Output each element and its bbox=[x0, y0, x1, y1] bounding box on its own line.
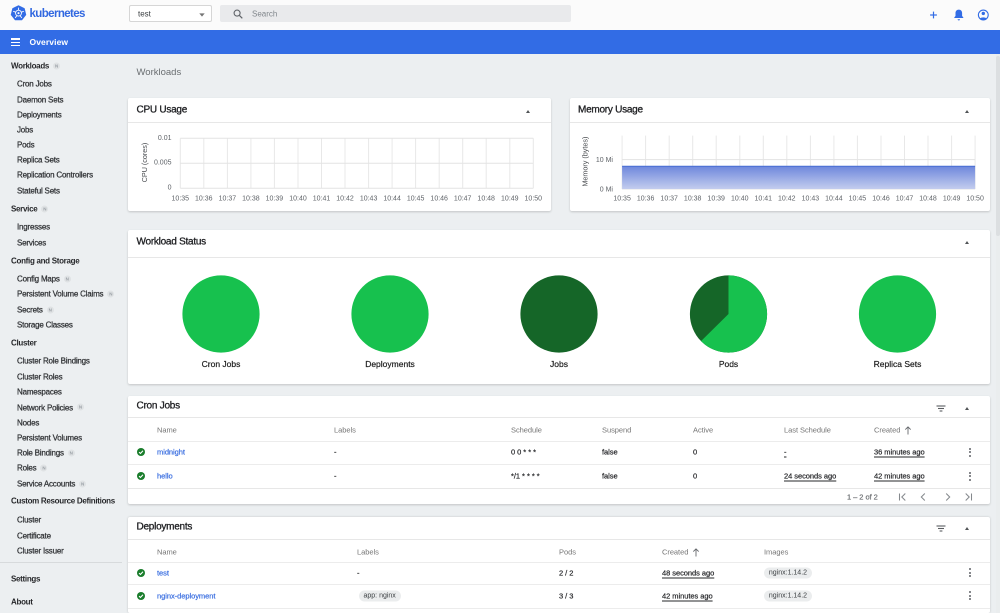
svg-text:CPU (cores): CPU (cores) bbox=[140, 143, 149, 183]
svg-text:10:49: 10:49 bbox=[942, 195, 960, 202]
svg-text:10:44: 10:44 bbox=[825, 195, 843, 202]
svg-text:10:39: 10:39 bbox=[266, 195, 284, 202]
svg-text:10:36: 10:36 bbox=[195, 195, 213, 202]
svg-text:10:48: 10:48 bbox=[919, 195, 937, 202]
svg-text:10:38: 10:38 bbox=[242, 195, 260, 202]
svg-text:10:38: 10:38 bbox=[683, 195, 701, 202]
svg-text:10:37: 10:37 bbox=[219, 195, 237, 202]
svg-text:10:47: 10:47 bbox=[454, 195, 472, 202]
svg-text:10:43: 10:43 bbox=[360, 195, 378, 202]
svg-text:0.005: 0.005 bbox=[154, 160, 172, 167]
svg-text:10:50: 10:50 bbox=[525, 195, 543, 202]
svg-text:10:39: 10:39 bbox=[707, 195, 725, 202]
svg-text:10:49: 10:49 bbox=[501, 195, 519, 202]
svg-text:10 Mi: 10 Mi bbox=[595, 157, 613, 164]
svg-text:10:48: 10:48 bbox=[477, 195, 495, 202]
svg-text:10:42: 10:42 bbox=[336, 195, 354, 202]
svg-text:0: 0 bbox=[168, 185, 172, 192]
svg-text:10:40: 10:40 bbox=[731, 195, 749, 202]
svg-text:10:41: 10:41 bbox=[754, 195, 772, 202]
svg-text:10:42: 10:42 bbox=[778, 195, 796, 202]
svg-text:10:36: 10:36 bbox=[636, 195, 654, 202]
svg-text:10:37: 10:37 bbox=[660, 195, 678, 202]
svg-text:0 Mi: 0 Mi bbox=[599, 186, 613, 193]
svg-text:10:43: 10:43 bbox=[801, 195, 819, 202]
svg-text:10:47: 10:47 bbox=[895, 195, 913, 202]
svg-text:Memory (bytes): Memory (bytes) bbox=[580, 137, 589, 187]
svg-text:10:46: 10:46 bbox=[872, 195, 890, 202]
svg-text:10:46: 10:46 bbox=[430, 195, 448, 202]
svg-text:10:35: 10:35 bbox=[172, 195, 190, 202]
svg-text:10:45: 10:45 bbox=[848, 195, 866, 202]
svg-text:10:50: 10:50 bbox=[966, 195, 984, 202]
svg-text:10:40: 10:40 bbox=[289, 195, 307, 202]
svg-text:0.01: 0.01 bbox=[158, 135, 172, 142]
svg-text:10:41: 10:41 bbox=[313, 195, 331, 202]
svg-text:10:44: 10:44 bbox=[383, 195, 401, 202]
svg-text:10:45: 10:45 bbox=[407, 195, 425, 202]
svg-text:10:35: 10:35 bbox=[613, 195, 631, 202]
